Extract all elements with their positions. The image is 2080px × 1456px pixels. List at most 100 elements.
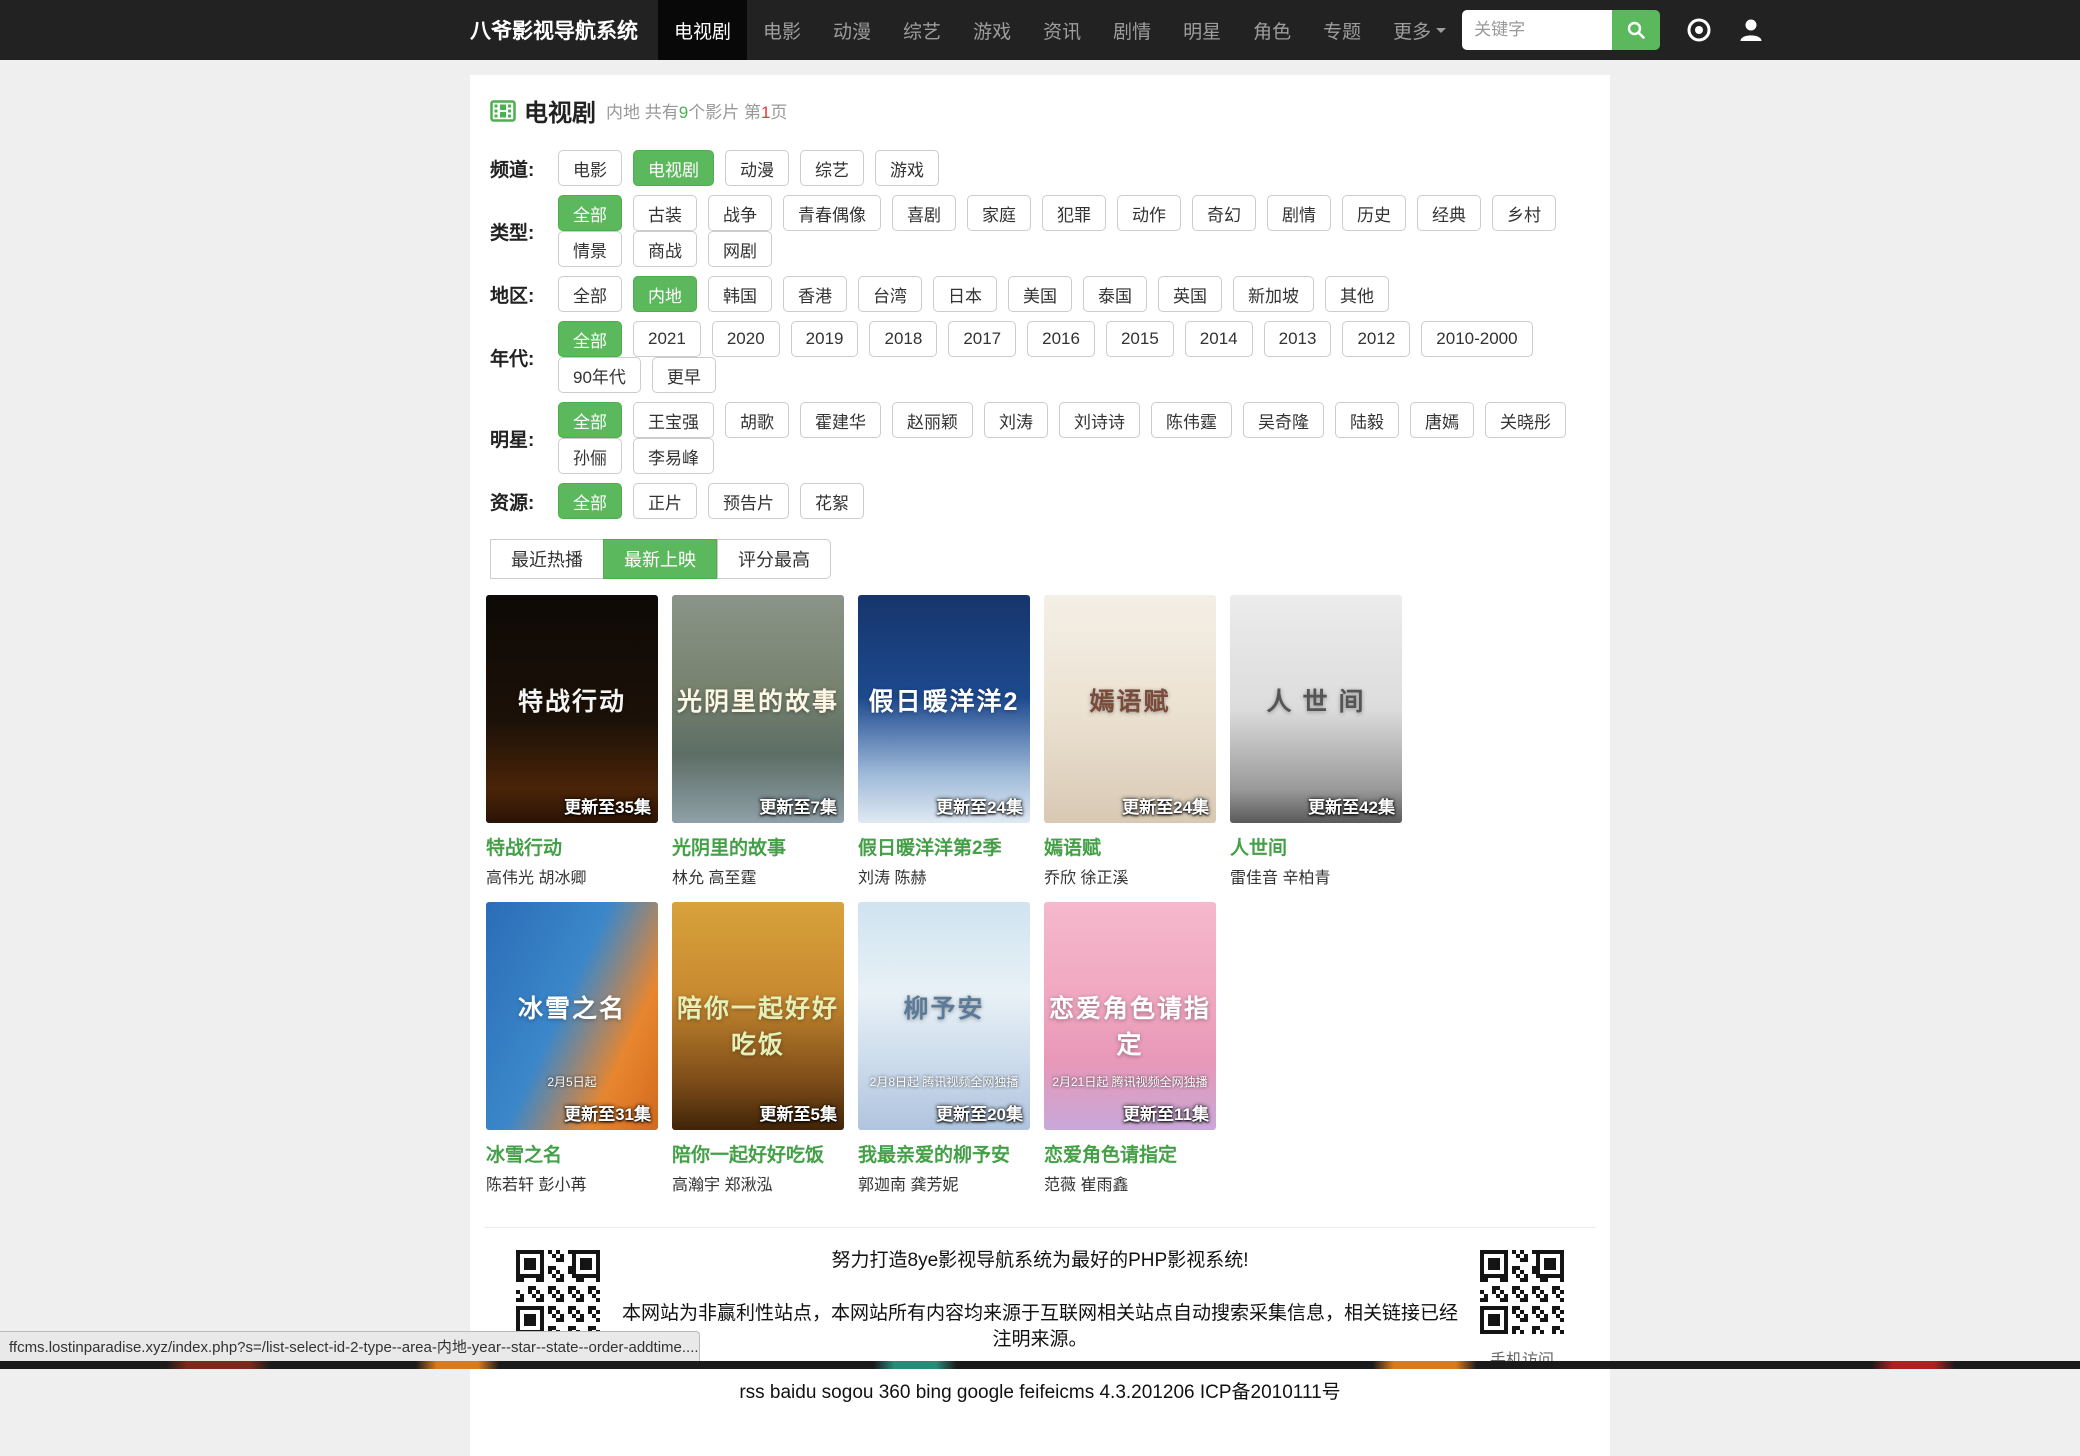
filter-option-button[interactable]: 美国 [1008, 276, 1072, 312]
filter-option-button[interactable]: 历史 [1342, 195, 1406, 231]
filter-option-button[interactable]: 90年代 [558, 357, 641, 393]
nav-item[interactable]: 动漫 [817, 0, 887, 60]
filter-option-button[interactable]: 家庭 [967, 195, 1031, 231]
movie-title-link[interactable]: 假日暖洋洋第2季 [858, 833, 1044, 860]
filter-option-button[interactable]: 2021 [633, 321, 701, 357]
movie-poster[interactable]: 冰雪之名 2月5日起 更新至31集 [486, 902, 658, 1130]
nav-item[interactable]: 游戏 [957, 0, 1027, 60]
filter-option-button[interactable]: 其他 [1325, 276, 1389, 312]
filter-option-button[interactable]: 喜剧 [892, 195, 956, 231]
filter-option-button[interactable]: 古装 [633, 195, 697, 231]
filter-option-button[interactable]: 韩国 [708, 276, 772, 312]
filter-option-button[interactable]: 刘涛 [984, 402, 1048, 438]
filter-option-button[interactable]: 泰国 [1083, 276, 1147, 312]
filter-option-button[interactable]: 情景 [558, 231, 622, 267]
filter-option-button[interactable]: 刘诗诗 [1059, 402, 1140, 438]
movie-title-link[interactable]: 特战行动 [486, 833, 672, 860]
filter-option-button[interactable]: 2018 [869, 321, 937, 357]
nav-item[interactable]: 角色 [1237, 0, 1307, 60]
filter-option-button[interactable]: 2017 [948, 321, 1016, 357]
filter-option-button[interactable]: 2020 [712, 321, 780, 357]
filter-option-button[interactable]: 香港 [783, 276, 847, 312]
filter-option-button[interactable]: 王宝强 [633, 402, 714, 438]
movie-title-link[interactable]: 冰雪之名 [486, 1140, 672, 1167]
movie-poster[interactable]: 恋爱角色请指定 2月21日起 腾讯视频全网独播 更新至11集 [1044, 902, 1216, 1130]
movie-poster[interactable]: 嫣语赋 更新至24集 [1044, 595, 1216, 823]
filter-option-button[interactable]: 动作 [1117, 195, 1181, 231]
movie-title-link[interactable]: 恋爱角色请指定 [1044, 1140, 1230, 1167]
filter-option-button[interactable]: 2015 [1106, 321, 1174, 357]
site-brand[interactable]: 八爷影视导航系统 [470, 15, 658, 45]
movie-title-link[interactable]: 光阴里的故事 [672, 833, 858, 860]
movie-title-link[interactable]: 陪你一起好好吃饭 [672, 1140, 858, 1167]
search-input[interactable] [1462, 10, 1612, 50]
nav-item[interactable]: 电影 [747, 0, 817, 60]
nav-item[interactable]: 更多 [1377, 0, 1462, 60]
filter-option-button[interactable]: 关晓彤 [1485, 402, 1566, 438]
filter-option-button[interactable]: 陈伟霆 [1151, 402, 1232, 438]
filter-option-button[interactable]: 乡村 [1492, 195, 1556, 231]
filter-option-button[interactable]: 2013 [1264, 321, 1332, 357]
nav-item[interactable]: 电视剧 [658, 0, 747, 60]
movie-poster[interactable]: 假日暖洋洋2 更新至24集 [858, 595, 1030, 823]
movie-poster[interactable]: 人 世 间 更新至42集 [1230, 595, 1402, 823]
filter-option-button[interactable]: 全部 [558, 276, 622, 312]
filter-option-button[interactable]: 青春偶像 [783, 195, 881, 231]
movie-title-link[interactable]: 我最亲爱的柳予安 [858, 1140, 1044, 1167]
filter-option-button[interactable]: 英国 [1158, 276, 1222, 312]
sort-tab[interactable]: 最近热播 [490, 539, 603, 579]
filter-option-button[interactable]: 经典 [1417, 195, 1481, 231]
filter-option-button[interactable]: 唐嫣 [1410, 402, 1474, 438]
filter-option-button[interactable]: 全部 [558, 483, 622, 519]
movie-poster[interactable]: 柳予安 2月8日起 腾讯视频全网独播 更新至20集 [858, 902, 1030, 1130]
filter-option-button[interactable]: 台湾 [858, 276, 922, 312]
filter-option-button[interactable]: 霍建华 [800, 402, 881, 438]
filter-option-button[interactable]: 吴奇隆 [1243, 402, 1324, 438]
nav-item[interactable]: 剧情 [1097, 0, 1167, 60]
filter-option-button[interactable]: 2019 [791, 321, 859, 357]
filter-option-button[interactable]: 战争 [708, 195, 772, 231]
filter-option-button[interactable]: 全部 [558, 321, 622, 357]
search-button[interactable] [1612, 10, 1660, 50]
user-icon[interactable] [1738, 17, 1764, 43]
movie-poster[interactable]: 陪你一起好好吃饭 更新至5集 [672, 902, 844, 1130]
filter-option-button[interactable]: 商战 [633, 231, 697, 267]
filter-option-button[interactable]: 2016 [1027, 321, 1095, 357]
filter-option-button[interactable]: 电视剧 [633, 150, 714, 186]
filter-option-button[interactable]: 全部 [558, 402, 622, 438]
filter-option-button[interactable]: 赵丽颖 [892, 402, 973, 438]
movie-poster[interactable]: 光阴里的故事 更新至7集 [672, 595, 844, 823]
filter-option-button[interactable]: 犯罪 [1042, 195, 1106, 231]
sort-tab[interactable]: 最新上映 [603, 539, 717, 579]
filter-option-button[interactable]: 内地 [633, 276, 697, 312]
filter-option-button[interactable]: 花絮 [800, 483, 864, 519]
filter-option-button[interactable]: 正片 [633, 483, 697, 519]
filter-option-button[interactable]: 动漫 [725, 150, 789, 186]
filter-option-button[interactable]: 游戏 [875, 150, 939, 186]
filter-option-button[interactable]: 孙俪 [558, 438, 622, 474]
filter-option-button[interactable]: 综艺 [800, 150, 864, 186]
sort-tab[interactable]: 评分最高 [717, 539, 831, 579]
filter-option-button[interactable]: 2012 [1342, 321, 1410, 357]
filter-option-button[interactable]: 李易峰 [633, 438, 714, 474]
filter-option-button[interactable]: 全部 [558, 195, 622, 231]
movie-poster[interactable]: 特战行动 更新至35集 [486, 595, 658, 823]
filter-option-button[interactable]: 2010-2000 [1421, 321, 1532, 357]
nav-item[interactable]: 专题 [1307, 0, 1377, 60]
filter-option-button[interactable]: 电影 [558, 150, 622, 186]
movie-title-link[interactable]: 嫣语赋 [1044, 833, 1230, 860]
nav-item[interactable]: 明星 [1167, 0, 1237, 60]
movie-title-link[interactable]: 人世间 [1230, 833, 1416, 860]
nav-item[interactable]: 综艺 [887, 0, 957, 60]
filter-option-button[interactable]: 日本 [933, 276, 997, 312]
filter-option-button[interactable]: 胡歌 [725, 402, 789, 438]
filter-option-button[interactable]: 更早 [652, 357, 716, 393]
filter-option-button[interactable]: 陆毅 [1335, 402, 1399, 438]
target-icon[interactable] [1686, 17, 1712, 43]
filter-option-button[interactable]: 预告片 [708, 483, 789, 519]
filter-option-button[interactable]: 剧情 [1267, 195, 1331, 231]
nav-item[interactable]: 资讯 [1027, 0, 1097, 60]
filter-option-button[interactable]: 新加坡 [1233, 276, 1314, 312]
filter-option-button[interactable]: 网剧 [708, 231, 772, 267]
filter-option-button[interactable]: 2014 [1185, 321, 1253, 357]
